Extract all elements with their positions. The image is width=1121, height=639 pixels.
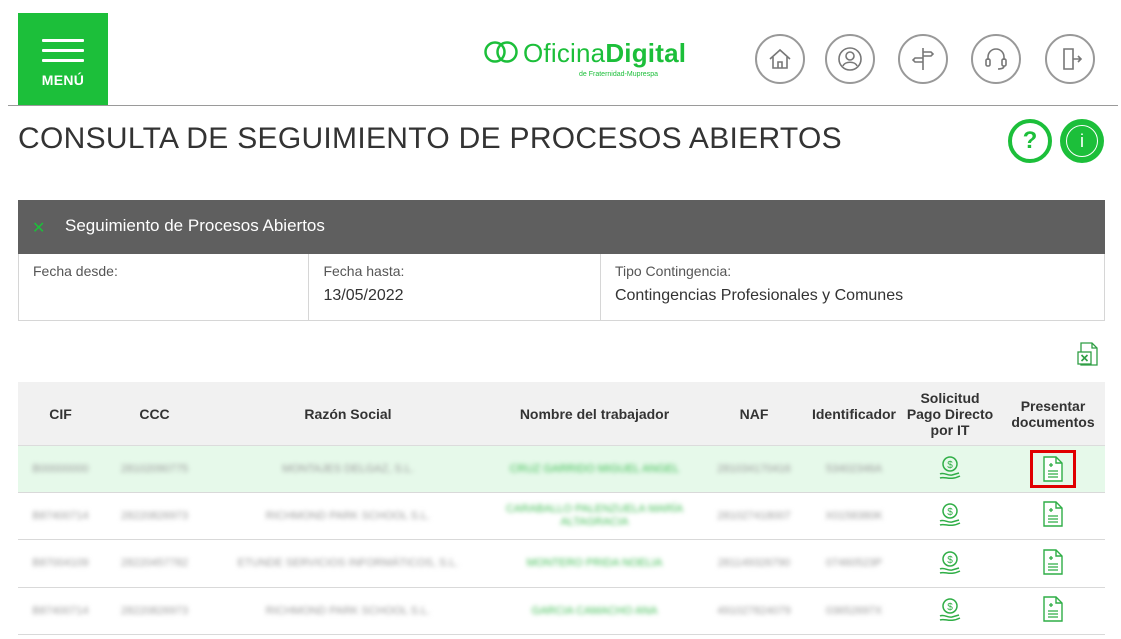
cell-naf: 281149326790 bbox=[717, 557, 791, 569]
excel-icon bbox=[1077, 342, 1098, 366]
filter-fecha-desde: Fecha desde: bbox=[19, 254, 310, 320]
table-row: B87400714 28220826973 RICHMOND PARK SCHOOL… bbox=[18, 493, 1105, 540]
cell-identificador: 53402346A bbox=[825, 462, 883, 475]
col-cif[interactable]: CIF bbox=[18, 382, 103, 446]
cell-identificador: X0158380K bbox=[825, 509, 883, 522]
cell-razon: RICHMOND PARK SCHOOL S.L. bbox=[265, 604, 431, 617]
panel-title: Seguimiento de Procesos Abiertos bbox=[65, 216, 325, 235]
menu-button[interactable]: MENÚ bbox=[18, 13, 108, 105]
filter-tipo-contingencia: Tipo Contingencia: Contingencias Profesi… bbox=[601, 254, 1104, 320]
payment-request-icon[interactable]: $ bbox=[899, 493, 1001, 539]
excel-export-button[interactable] bbox=[1076, 341, 1100, 367]
menu-label: MENÚ bbox=[41, 72, 85, 88]
home-icon bbox=[769, 48, 791, 69]
cell-ccc: 28102090775 bbox=[120, 462, 189, 475]
cell-naf: 281034170416 bbox=[717, 462, 791, 475]
col-nombre-trabajador[interactable]: Nombre del trabajador bbox=[490, 382, 699, 446]
cell-cif: B00000000 bbox=[32, 462, 89, 475]
table-body: B00000000 28102090775 MONTAJES DELGAZ, S.L… bbox=[18, 446, 1105, 635]
payment-request-icon[interactable]: $ bbox=[899, 446, 1001, 492]
filter-value: Contingencias Profesionales y Comunes bbox=[614, 287, 904, 304]
info-icon: i bbox=[1066, 125, 1098, 157]
panel-header: ✕ Seguimiento de Procesos Abiertos bbox=[18, 200, 1105, 254]
col-ccc[interactable]: CCC bbox=[103, 382, 206, 446]
top-header: MENÚ OficinaDigital de Fraternidad-Mupre… bbox=[0, 0, 1121, 106]
col-presentar-documentos: Presentar documentos bbox=[1011, 398, 1095, 430]
filter-summary: Fecha desde: Fecha hasta: 13/05/2022 Tip… bbox=[18, 254, 1105, 321]
logout-button[interactable] bbox=[1045, 34, 1095, 84]
svg-text:$: $ bbox=[947, 507, 953, 518]
payment-request-icon[interactable]: $ bbox=[899, 588, 1001, 634]
cell-ccc: 28220826973 bbox=[120, 604, 189, 617]
user-icon bbox=[838, 47, 862, 71]
col-razon-social[interactable]: Razón Social bbox=[206, 382, 490, 446]
hamburger-icon bbox=[42, 39, 84, 69]
support-button[interactable] bbox=[971, 34, 1021, 84]
close-icon[interactable]: ✕ bbox=[32, 218, 45, 238]
logo-rings-icon bbox=[484, 41, 518, 63]
cell-identificador: 07460523P bbox=[825, 557, 883, 569]
cell-razon: ETUNDE SERVICIOS INFORMÁTICOS, S.L. bbox=[237, 557, 459, 569]
col-identificador[interactable]: Identificador bbox=[809, 382, 899, 446]
cell-cif: B87400714 bbox=[32, 604, 89, 617]
cell-razon: RICHMOND PARK SCHOOL S.L. bbox=[265, 509, 431, 522]
filter-label: Fecha hasta: bbox=[323, 263, 405, 279]
present-document-icon[interactable] bbox=[1001, 540, 1105, 587]
header-divider bbox=[8, 105, 1118, 106]
cell-nombre: GARCIA CAMACHO ANA bbox=[531, 604, 658, 617]
signpost-icon bbox=[911, 48, 935, 70]
filter-fecha-hasta: Fecha hasta: 13/05/2022 bbox=[309, 254, 601, 320]
filter-value: 13/05/2022 bbox=[323, 287, 404, 304]
table-row: B87004109 28220457782 ETUNDE SERVICIOS INF… bbox=[18, 540, 1105, 588]
logout-icon bbox=[1063, 48, 1083, 70]
cell-naf: 491027824079 bbox=[717, 604, 791, 617]
present-document-icon[interactable] bbox=[1001, 493, 1105, 539]
page-title: CONSULTA DE SEGUIMIENTO DE PROCESOS ABIE… bbox=[18, 122, 842, 155]
payment-request-icon[interactable]: $ bbox=[899, 540, 1001, 587]
cell-naf: 281027418007 bbox=[717, 509, 791, 522]
headset-icon bbox=[985, 48, 1007, 70]
cell-nombre: CARABALLO PALENZUELA MARÍA ALTAGRACIA bbox=[505, 503, 684, 528]
present-document-icon[interactable] bbox=[1001, 588, 1105, 634]
directions-button[interactable] bbox=[898, 34, 948, 84]
info-button[interactable]: i bbox=[1060, 119, 1104, 163]
cell-nombre: MONTERO PRIDA NOELIA bbox=[526, 557, 663, 569]
col-naf[interactable]: NAF bbox=[699, 382, 809, 446]
svg-text:$: $ bbox=[947, 460, 953, 471]
logo-text: OficinaDigital bbox=[523, 38, 687, 68]
present-document-icon[interactable] bbox=[1001, 446, 1105, 492]
table-header: CIF CCC Razón Social Nombre del trabajad… bbox=[18, 382, 1105, 446]
cell-ccc: 28220826973 bbox=[120, 509, 189, 522]
processes-table: CIF CCC Razón Social Nombre del trabajad… bbox=[18, 382, 1105, 635]
cell-razon: MONTAJES DELGAZ, S.L. bbox=[282, 462, 414, 475]
filter-label: Fecha desde: bbox=[33, 263, 118, 279]
cell-identificador: 03652697X bbox=[825, 604, 883, 617]
filter-label: Tipo Contingencia: bbox=[614, 263, 732, 279]
cell-ccc: 28220457782 bbox=[120, 557, 189, 569]
home-button[interactable] bbox=[755, 34, 805, 84]
svg-text:$: $ bbox=[947, 555, 953, 566]
oficina-digital-logo[interactable]: OficinaDigital de Fraternidad-Muprespa bbox=[483, 38, 693, 86]
cell-cif: B87400714 bbox=[32, 509, 89, 522]
profile-button[interactable] bbox=[825, 34, 875, 84]
table-row: B00000000 28102090775 MONTAJES DELGAZ, S.L… bbox=[18, 446, 1105, 493]
col-solicitud-pago: Solicitud Pago Directo por IT bbox=[906, 390, 994, 438]
table-row: B87400714 28220826973 RICHMOND PARK SCHOOL… bbox=[18, 588, 1105, 635]
cell-nombre: CRUZ GARRIDO MIGUEL ANGEL bbox=[509, 462, 680, 475]
question-icon: ? bbox=[1022, 127, 1038, 154]
cell-cif: B87004109 bbox=[32, 557, 89, 569]
help-button[interactable]: ? bbox=[1008, 119, 1052, 163]
svg-text:$: $ bbox=[947, 602, 953, 613]
logo-subtitle: de Fraternidad-Muprespa bbox=[579, 71, 658, 78]
